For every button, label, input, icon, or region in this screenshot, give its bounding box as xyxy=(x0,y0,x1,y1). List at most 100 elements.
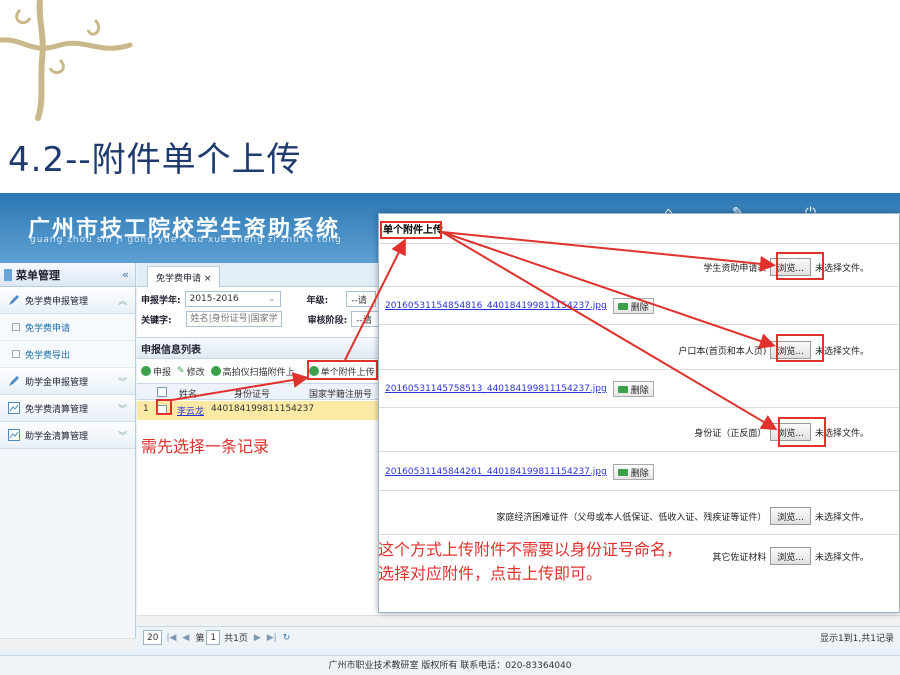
menu-sub-label: 免学费申请 xyxy=(25,323,71,334)
upload-label: 家庭经济困难证件（父母或本人低保证、低收入证、残疾证等证件） xyxy=(496,512,767,523)
left-scrollbar[interactable] xyxy=(0,638,136,649)
collapse-icon[interactable]: « xyxy=(122,268,129,281)
chart-icon xyxy=(8,429,20,441)
keyword-input[interactable] xyxy=(185,311,282,327)
plus-icon xyxy=(141,366,151,376)
year-label: 申报学年: xyxy=(141,295,181,306)
browse-button[interactable]: 浏览... xyxy=(770,547,811,565)
menu-item-label: 免学费申报管理 xyxy=(25,296,89,307)
divider xyxy=(379,534,899,535)
file-row: 20160531145758513_440184199811154237.jpg… xyxy=(385,381,654,397)
delete-label: 删除 xyxy=(630,302,649,313)
row-id-number: 440184199811154237 xyxy=(211,404,315,414)
menu-sub-label: 免学费导出 xyxy=(25,350,71,361)
menu-sub-fee-export[interactable]: 免学费导出 xyxy=(0,341,135,368)
delete-label: 删除 xyxy=(630,385,649,396)
menu-header-label: 菜单管理 xyxy=(16,268,60,282)
year-select[interactable]: 2015-2016 ⌄ xyxy=(184,291,281,307)
keyword-row: 关键字: 审核阶段: --请 xyxy=(141,311,382,327)
chevron-down-icon: ⌄ xyxy=(268,294,276,304)
left-menu: 菜单管理 « 免学费申报管理 ︽ 免学费申请 免学费导出 助学金申报管理 ︾ 免… xyxy=(0,263,136,643)
divider xyxy=(379,407,899,408)
slide-title: 4.2--附件单个上传 xyxy=(8,140,302,180)
delete-icon xyxy=(617,385,628,393)
divider xyxy=(379,451,899,452)
last-page-icon[interactable]: ▶| xyxy=(267,633,277,643)
table-row[interactable]: 1 李云龙 440184199811154237 xyxy=(137,401,381,420)
highlight-single-upload xyxy=(307,360,378,380)
delete-label: 删除 xyxy=(630,468,649,479)
total-pages: 共1页 xyxy=(224,634,248,644)
col-id: 身份证号 xyxy=(234,390,271,400)
horizontal-scrollbar[interactable] xyxy=(137,615,900,626)
delete-icon xyxy=(617,468,628,476)
pencil-icon: ✎ xyxy=(177,366,185,376)
divider xyxy=(379,286,899,287)
highlight-browse-1 xyxy=(776,252,824,280)
delete-button[interactable]: 删除 xyxy=(612,464,654,480)
row-name[interactable]: 李云龙 xyxy=(177,404,204,417)
col-name: 姓名 xyxy=(179,390,198,400)
pager: 20 |◀ ◀ 第 1 共1页 ▶ ▶| ↻ 显示1到1,共1记录 xyxy=(137,626,900,648)
pager-info: 显示1到1,共1记录 xyxy=(819,634,894,644)
menu-item-fee-settle[interactable]: 免学费清算管理 ︾ xyxy=(0,395,135,422)
divider xyxy=(379,369,899,370)
prev-page-icon[interactable]: ◀ xyxy=(182,633,189,643)
no-file-text: 未选择文件。 xyxy=(814,512,869,523)
app-subtitle: guang zhou shi ji gong yue xiao xue shen… xyxy=(30,235,342,245)
upload-row-hardship: 家庭经济困难证件（父母或本人低保证、低收入证、残疾证等证件） 浏览... 未选择… xyxy=(496,507,869,525)
year-row: 申报学年: 2015-2016 ⌄ 年级: --请 xyxy=(141,291,377,307)
chart-icon xyxy=(8,402,20,414)
chevron-down-icon: ︾ xyxy=(117,431,127,442)
menu-item-label: 免学费清算管理 xyxy=(25,404,89,415)
page-label: 第 xyxy=(195,634,205,644)
delete-button[interactable]: 删除 xyxy=(612,298,654,314)
stage-label: 审核阶段: xyxy=(307,315,348,326)
file-link[interactable]: 20160531145844261_440184199811154237.jpg xyxy=(385,467,607,477)
pencil-icon xyxy=(8,294,20,306)
upload-label: 其它佐证材料 xyxy=(712,552,767,563)
next-page-icon[interactable]: ▶ xyxy=(254,633,261,643)
menu-item-grant-declare[interactable]: 助学金申报管理 ︾ xyxy=(0,368,135,395)
modify-label: 修改 xyxy=(186,367,205,378)
refresh-icon[interactable]: ↻ xyxy=(283,633,291,643)
vine-decoration xyxy=(0,0,133,121)
grid-header: 姓名 身份证号 国家学籍注册号 xyxy=(137,383,381,400)
upload-label: 学生资助申请表 xyxy=(703,263,767,274)
delete-button[interactable]: 删除 xyxy=(612,381,654,397)
doc-icon xyxy=(12,350,20,358)
stage-select[interactable]: --请 xyxy=(351,311,382,327)
select-all-checkbox[interactable] xyxy=(157,387,167,397)
upload-row-other: 其它佐证材料 浏览... 未选择文件。 xyxy=(712,547,869,565)
page-input[interactable]: 1 xyxy=(206,630,221,645)
list-title: 申报信息列表 xyxy=(137,337,381,359)
highlight-row-checkbox xyxy=(156,399,172,415)
declare-button[interactable]: 申报 xyxy=(141,365,171,378)
highlight-browse-3 xyxy=(778,417,826,447)
app-footer: 广州市职业技术教研室 版权所有 联系电话：020-83364040 xyxy=(0,655,900,675)
browse-button[interactable]: 浏览... xyxy=(770,507,811,525)
row-index: 1 xyxy=(143,404,149,414)
chevron-down-icon: ︾ xyxy=(117,377,127,388)
plus-icon xyxy=(210,366,221,376)
upload-label: 户口本(首页和本人页) xyxy=(678,346,767,357)
tab-fee-apply[interactable]: 免学费申请 × xyxy=(147,266,221,287)
modify-button[interactable]: ✎ 修改 xyxy=(177,365,205,378)
menu-sub-fee-apply[interactable]: 免学费申请 xyxy=(0,314,135,341)
menu-item-fee-declare[interactable]: 免学费申报管理 ︽ xyxy=(0,287,135,314)
first-page-icon[interactable]: |◀ xyxy=(166,633,176,643)
menu-item-label: 助学金清算管理 xyxy=(25,431,89,442)
grade-select[interactable]: --请 xyxy=(346,291,377,307)
no-file-text: 未选择文件。 xyxy=(814,552,869,563)
menu-item-grant-settle[interactable]: 助学金清算管理 ︾ xyxy=(0,422,135,449)
file-link[interactable]: 20160531154854816_440184199811154237.jpg xyxy=(385,301,607,311)
explain-note-line2: 选择对应附件，点击上传即可。 xyxy=(378,564,603,583)
select-record-note: 需先选择一条记录 xyxy=(141,437,270,456)
upload-row-household: 户口本(首页和本人页) 浏览... 未选择文件。 xyxy=(678,341,869,359)
highlight-dialog-title xyxy=(380,221,442,239)
page-size-select[interactable]: 20 xyxy=(143,630,163,645)
file-link[interactable]: 20160531145758513_440184199811154237.jpg xyxy=(385,384,607,394)
scanner-upload-button[interactable]: 高拍仪扫描附件上 xyxy=(210,365,295,378)
menu-icon xyxy=(4,268,12,281)
upload-label: 身份证（正反面） xyxy=(694,428,767,439)
